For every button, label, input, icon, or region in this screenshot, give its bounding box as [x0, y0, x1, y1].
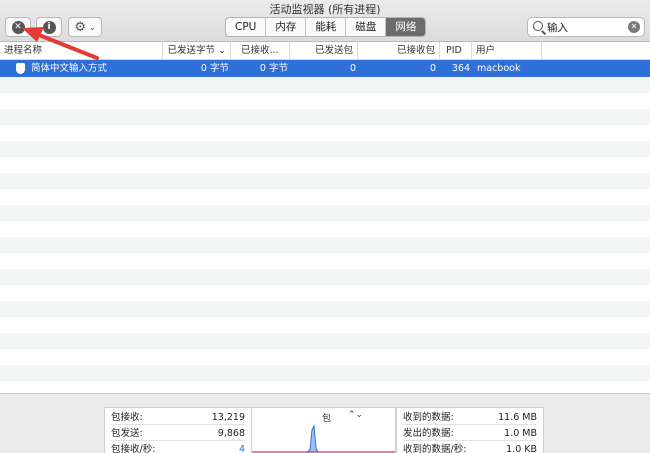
table-header: 进程名称 已发送字节 ⌄ 已接收... 已发送包 已接收包 PID 用户	[0, 42, 650, 60]
stat-value: 11.6 MB	[498, 412, 537, 423]
stat-data-received-per-sec: 收到的数据/秒: 1.0 KB	[403, 442, 537, 453]
tab-disk[interactable]: 磁盘	[346, 18, 387, 36]
empty-row	[0, 333, 650, 349]
actions-menu-button[interactable]: ⚙ ⌄	[68, 17, 102, 37]
tab-network[interactable]: 网络	[386, 18, 426, 36]
tab-energy[interactable]: 能耗	[306, 18, 347, 36]
packets-graph	[252, 424, 395, 453]
empty-row	[0, 237, 650, 253]
chevron-down-icon: ⌄	[88, 22, 96, 32]
stat-label: 收到的数据/秒:	[403, 444, 467, 453]
stat-label: 收到的数据:	[403, 412, 454, 423]
packets-graph-box: 包 ⌃⌄	[251, 407, 396, 453]
column-header-packets-received[interactable]: 已接收包	[358, 42, 440, 60]
cell-packets-received: 0	[429, 63, 436, 74]
stat-label: 包发送:	[111, 428, 143, 439]
stop-icon: ✕	[11, 20, 25, 34]
gear-icon: ⚙	[74, 19, 86, 35]
stat-packets-out: 包发送: 9,868	[111, 426, 245, 441]
stat-value: 9,868	[217, 428, 245, 439]
column-header-packets-sent[interactable]: 已发送包	[290, 42, 358, 60]
tab-memory[interactable]: 内存	[266, 18, 307, 36]
cell-bytes-received: 0 字节	[259, 63, 288, 74]
cell-bytes-sent: 0 字节	[200, 63, 229, 74]
empty-row	[0, 269, 650, 285]
stat-value: 1.0 MB	[504, 428, 537, 439]
network-summary-pane: 包接收: 13,219 包发送: 9,868 包接收/秒: 4 包 ⌃⌄ 收到的…	[0, 393, 650, 453]
search-field[interactable]: ✕	[527, 17, 645, 37]
column-header-user[interactable]: 用户	[472, 42, 542, 60]
table-row-selected[interactable]: 简体中文输入方式 0 字节 0 字节 0 0 364 macbook	[0, 60, 650, 77]
view-tabs: CPU 内存 能耗 磁盘 网络	[225, 17, 427, 37]
inspect-process-button[interactable]: i	[36, 17, 62, 37]
empty-row	[0, 109, 650, 125]
empty-row	[0, 77, 650, 93]
stat-label: 发出的数据:	[403, 428, 454, 439]
stat-packets-in-per-sec: 包接收/秒: 4	[111, 442, 245, 453]
search-input[interactable]	[547, 19, 627, 35]
graph-received-line	[252, 424, 395, 453]
tab-cpu[interactable]: CPU	[226, 18, 267, 36]
stat-packets-in: 包接收: 13,219	[111, 410, 245, 425]
column-header-process-name[interactable]: 进程名称	[0, 42, 163, 60]
empty-row	[0, 301, 650, 317]
stat-label: 包接收/秒:	[111, 444, 156, 453]
stat-data-sent: 发出的数据: 1.0 MB	[403, 426, 537, 441]
stat-value: 1.0 KB	[506, 444, 537, 453]
stat-value: 13,219	[211, 412, 245, 423]
cell-packets-sent: 0	[349, 63, 356, 74]
cell-process-name: 简体中文输入方式	[31, 63, 108, 74]
clear-search-icon[interactable]: ✕	[628, 21, 640, 33]
toolbar: 活动监视器 (所有进程) ✕ i ⚙ ⌄ CPU 内存 能耗 磁盘 网络 ✕	[0, 0, 650, 42]
stat-value: 4	[238, 444, 245, 453]
empty-row	[0, 173, 650, 189]
column-header-pid[interactable]: PID	[440, 42, 472, 60]
stop-process-button[interactable]: ✕	[5, 17, 31, 37]
stat-data-received: 收到的数据: 11.6 MB	[403, 410, 537, 425]
info-icon: i	[42, 20, 56, 34]
input-method-icon	[16, 63, 25, 74]
column-header-bytes-sent[interactable]: 已发送字节 ⌄	[163, 42, 231, 60]
search-icon	[533, 21, 543, 31]
stat-label: 包接收:	[111, 412, 143, 423]
packets-stats-box: 包接收: 13,219 包发送: 9,868 包接收/秒: 4	[104, 407, 252, 453]
window-title: 活动监视器 (所有进程)	[269, 3, 381, 16]
process-list: 简体中文输入方式 0 字节 0 字节 0 0 364 macbook	[0, 60, 650, 393]
empty-row	[0, 141, 650, 157]
empty-row	[0, 205, 650, 221]
column-header-bytes-received[interactable]: 已接收...	[231, 42, 290, 60]
cell-pid: 364	[451, 63, 470, 74]
empty-row	[0, 365, 650, 381]
data-stats-box: 收到的数据: 11.6 MB 发出的数据: 1.0 MB 收到的数据/秒: 1.…	[396, 407, 544, 453]
cell-user: macbook	[477, 63, 521, 74]
